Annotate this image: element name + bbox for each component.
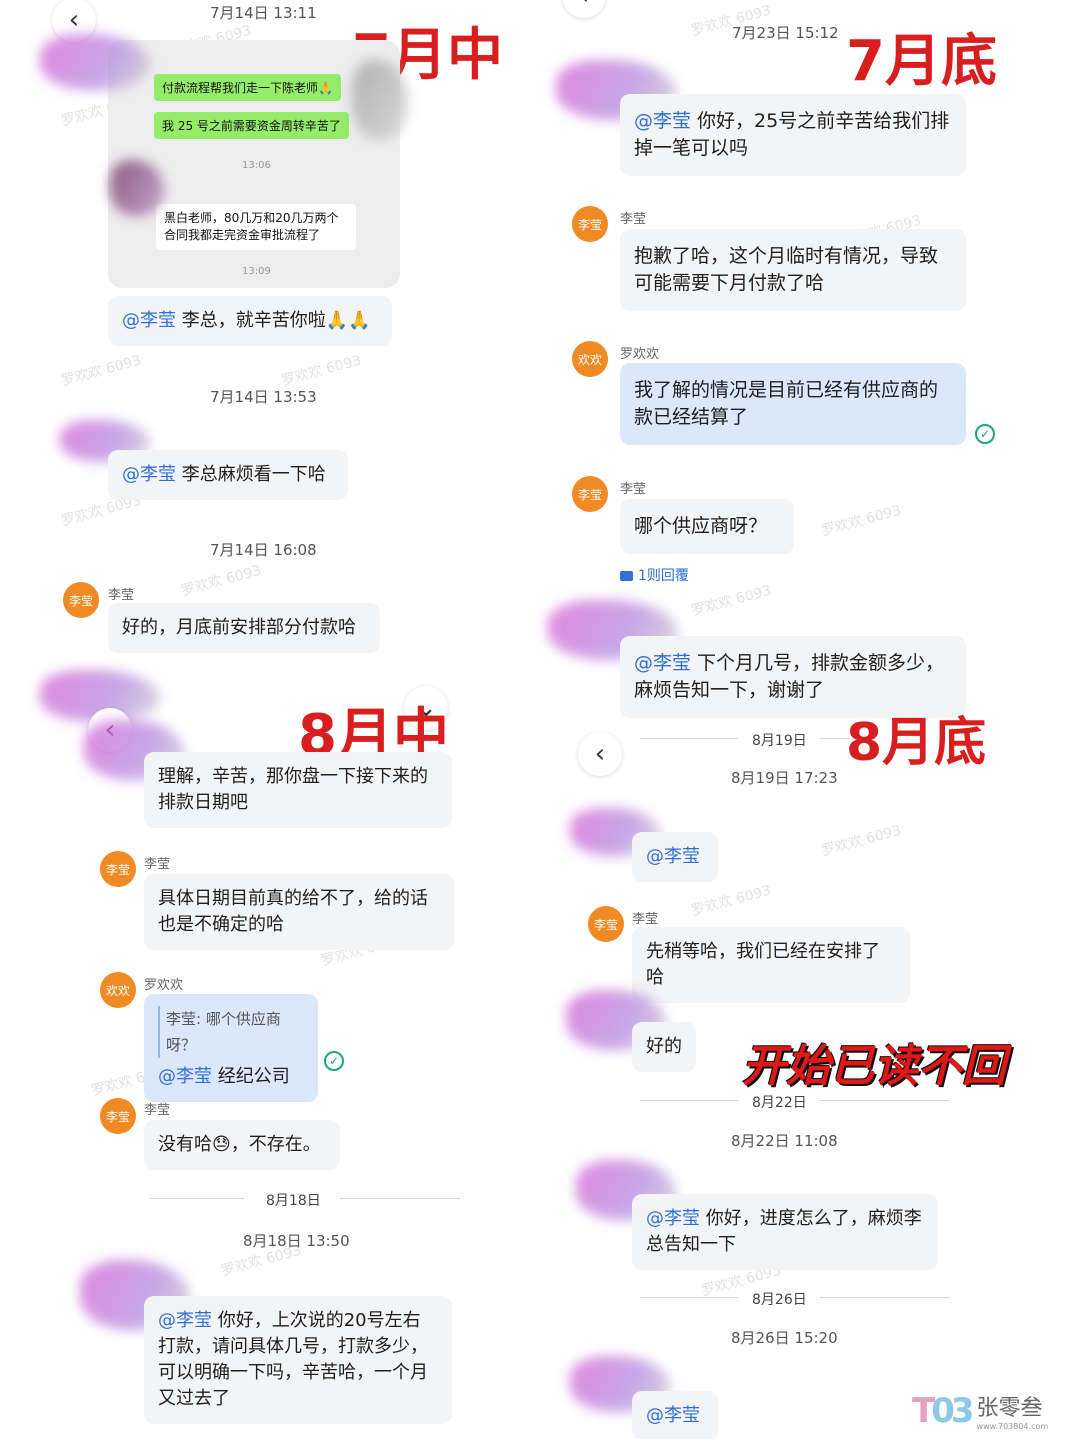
quoted-message: 李莹: 哪个供应商呀？ [158, 1006, 304, 1058]
chevron-left-icon: ‹ [68, 5, 80, 35]
timestamp: 7月23日 15:12 [732, 24, 839, 42]
back-button[interactable]: ‹ [562, 0, 606, 18]
date-divider [640, 1100, 738, 1101]
date-divider [340, 1198, 460, 1199]
site-logo: T03 张零叁 www.703804.com [912, 1390, 1049, 1432]
watermark: 罗欢欢 6093 [279, 352, 364, 390]
reply-count-link[interactable]: 1则回覆 [620, 565, 689, 585]
chat-bubble: @李莹 李总麻烦看一下哈 [108, 450, 348, 500]
date-divider-label: 8月26日 [752, 1292, 807, 1308]
read-check-icon: ✓ [975, 424, 995, 444]
chat-bubble: 我 25 号之前需要资金周转辛苦了 [154, 112, 349, 139]
back-button[interactable]: ‹ [578, 732, 622, 776]
avatar[interactable]: 李莹 [572, 206, 608, 242]
sender-name: 李莹 [144, 1103, 171, 1118]
timestamp: 8月26日 15:20 [731, 1329, 838, 1347]
date-divider-label: 8月18日 [266, 1193, 321, 1209]
date-divider [820, 1100, 950, 1101]
chevron-left-icon: ‹ [594, 739, 606, 769]
chat-bubble: @李莹 [632, 832, 718, 882]
logo-brand: 张零叁 [976, 1396, 1043, 1421]
chat-bubble: @李莹 你好，25号之前辛苦给我们排掉一笔可以吗 [620, 94, 966, 176]
watermark: 罗欢欢 6093 [689, 882, 774, 920]
chat-bubble: @李莹 你好，上次说的20号左右打款，请问具体几号，打款多少，可以明确一下吗，辛… [144, 1296, 452, 1424]
date-divider [820, 1297, 950, 1298]
logo-url: www.703804.com [976, 1422, 1049, 1431]
chat-bubble: @李莹 [632, 1391, 718, 1439]
sender-name: 李莹 [144, 857, 171, 872]
timestamp: 8月19日 17:23 [731, 769, 838, 787]
label-read-no-reply: 开始已读不回 [742, 1041, 1006, 1092]
sender-name: 李莹 [620, 482, 647, 497]
chat-bubble: @李莹 李总，就辛苦你啦🙏🙏 [108, 296, 392, 346]
label-aug-end: 8月底 [846, 713, 987, 773]
watermark: 罗欢欢 6093 [179, 562, 264, 600]
comment-icon [620, 571, 633, 581]
chat-bubble: 没有哈😓，不存在。 [144, 1120, 340, 1170]
timestamp: 7月14日 13:11 [210, 4, 317, 22]
date-divider [640, 1297, 738, 1298]
label-july-end: 7月底 [846, 29, 997, 94]
chevron-left-icon: ‹ [579, 0, 589, 11]
chat-bubble: 具体日期目前真的给不了，给的话也是不确定的哈 [144, 874, 454, 950]
read-check-icon: ✓ [324, 1051, 344, 1071]
avatar[interactable]: 李莹 [588, 906, 624, 942]
avatar[interactable]: 李莹 [572, 476, 608, 512]
timestamp: 7月14日 13:53 [210, 388, 317, 406]
avatar[interactable]: 李莹 [100, 1098, 136, 1134]
logo-mark-icon: T03 [912, 1390, 974, 1431]
timestamp: 8月18日 13:50 [243, 1232, 350, 1250]
sender-name: 李莹 [632, 912, 659, 927]
date-divider-label: 8月22日 [752, 1095, 807, 1111]
watermark: 罗欢欢 6093 [59, 352, 144, 390]
timestamp: 8月22日 11:08 [731, 1132, 838, 1150]
watermark: 罗欢欢 6093 [819, 502, 904, 540]
chat-bubble: 好的，月底前安排部分付款哈 [108, 603, 380, 653]
date-divider [640, 738, 738, 739]
chat-bubble: 哪个供应商呀？ [620, 499, 794, 554]
avatar[interactable]: 李莹 [100, 851, 136, 887]
avatar[interactable]: 欢欢 [572, 341, 608, 377]
chat-bubble: 抱歉了哈，这个月临时有情况，导致可能需要下月付款了哈 [620, 229, 966, 311]
date-divider-label: 8月19日 [752, 733, 807, 749]
chat-bubble: 先稍等哈，我们已经在安排了哈 [632, 927, 910, 1003]
avatar[interactable]: 李莹 [63, 582, 99, 618]
date-divider [150, 1198, 244, 1199]
chat-bubble: 好的 [632, 1022, 696, 1072]
chat-bubble: @李莹 你好，进度怎么了，麻烦李总告知一下 [632, 1194, 938, 1270]
timestamp: 13:06 [242, 160, 271, 171]
chat-bubble: 黑白老师，80几万和20几万两个合同我都走完资金审批流程了 [156, 204, 356, 250]
watermark: 罗欢欢 6093 [819, 822, 904, 860]
avatar[interactable]: 欢欢 [100, 972, 136, 1008]
sender-name: 李莹 [108, 588, 135, 603]
chat-bubble: 我了解的情况是目前已经有供应商的款已经结算了 [620, 363, 966, 445]
chat-bubble-reply: 李莹: 哪个供应商呀？ @李莹 经纪公司 [144, 994, 318, 1102]
sender-name: 罗欢欢 [620, 347, 660, 362]
timestamp: 13:09 [242, 266, 271, 277]
chat-bubble: 付款流程帮我们走一下陈老师🙏 [154, 74, 341, 101]
sender-name: 李莹 [620, 212, 647, 227]
watermark: 罗欢欢 6093 [689, 582, 774, 620]
timestamp: 7月14日 16:08 [210, 541, 317, 559]
sender-name: 罗欢欢 [144, 978, 184, 993]
chat-bubble: 理解，辛苦，那你盘一下接下来的排款日期吧 [144, 752, 452, 828]
